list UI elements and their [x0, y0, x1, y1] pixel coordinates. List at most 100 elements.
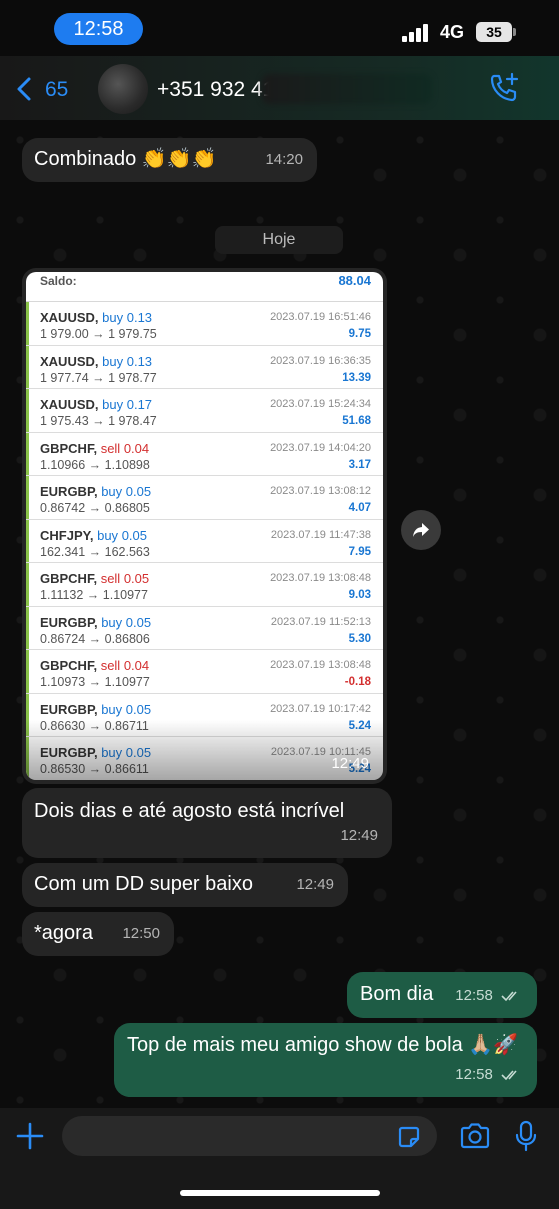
contact-name[interactable]: +351 932 41 — [157, 78, 274, 102]
message-outgoing[interactable]: Top de mais meu amigo show de bola 🙏🏼🚀 1… — [114, 1023, 537, 1097]
message-time: 12:50 — [122, 925, 160, 942]
message-input[interactable] — [62, 1116, 437, 1156]
message-incoming[interactable]: *agora 12:50 — [22, 912, 174, 956]
trade-side-volume: buy 0.17 — [102, 397, 152, 412]
sticker-icon[interactable] — [396, 1124, 422, 1150]
trade-side-volume: sell 0.04 — [101, 658, 149, 673]
trade-symbol: CHFJPY, — [40, 527, 94, 543]
trade-prices: 1.10966 → 1.10898 — [40, 457, 150, 472]
trade-symbol: EURGBP, — [40, 701, 98, 717]
message-meta: 12:58 — [455, 1062, 523, 1088]
trade-side-volume: buy 0.05 — [97, 528, 147, 543]
composer-bar — [0, 1108, 559, 1209]
trade-title: GBPCHF, sell 0.05 — [40, 571, 149, 586]
message-incoming[interactable]: Combinado 👏👏👏 14:20 — [22, 138, 317, 182]
message-text: Bom dia — [360, 983, 434, 1005]
trade-row: CHFJPY, buy 0.05 162.341 → 162.563 2023.07… — [26, 519, 383, 563]
message-time: 14:20 — [265, 151, 303, 168]
forward-button[interactable] — [401, 510, 441, 550]
trade-symbol: XAUUSD, — [40, 353, 99, 369]
profit-indicator-bar — [26, 476, 29, 519]
trade-title: XAUUSD, buy 0.13 — [40, 310, 152, 325]
trade-date: 2023.07.19 16:36:35 — [270, 354, 371, 367]
trade-row: XAUUSD, buy 0.17 1 975.43 → 1 978.47 2023.… — [26, 389, 383, 433]
trade-side-volume: buy 0.05 — [101, 484, 151, 499]
trade-title: CHFJPY, buy 0.05 — [40, 528, 147, 543]
message-time: 12:49 — [296, 876, 334, 893]
trade-side: buy — [101, 484, 123, 499]
image-message[interactable]: Saldo: 88.04 XAUUSD, buy 0.13 1 979.00 → … — [22, 268, 387, 784]
trade-side-volume: buy 0.13 — [102, 310, 152, 325]
trade-volume: 0.05 — [125, 701, 152, 717]
message-incoming[interactable]: Com um DD super baixo 12:49 — [22, 863, 348, 907]
trade-history-screenshot[interactable]: Saldo: 88.04 XAUUSD, buy 0.13 1 979.00 → … — [26, 272, 383, 780]
home-indicator[interactable] — [180, 1190, 380, 1196]
trade-volume: 0.13 — [126, 353, 153, 369]
mic-icon[interactable] — [514, 1120, 538, 1152]
trade-row: GBPCHF, sell 0.04 1.10973 → 1.10977 2023.0… — [26, 650, 383, 694]
message-meta: 12:58 — [455, 983, 523, 1009]
network-type: 4G — [440, 22, 465, 42]
trade-side: buy — [101, 614, 123, 630]
add-call-icon[interactable] — [488, 72, 520, 104]
trade-title: GBPCHF, sell 0.04 — [40, 441, 149, 456]
trade-volume: 0.05 — [121, 527, 147, 543]
message-time: 12:49 — [331, 755, 369, 772]
trade-title: XAUUSD, buy 0.13 — [40, 354, 152, 369]
trade-volume: 0.05 — [125, 484, 152, 499]
forward-icon — [413, 523, 429, 537]
trade-symbol: EURGBP, — [40, 484, 98, 499]
message-text: Com um DD super baixo — [34, 873, 253, 895]
trade-profit: 9.03 — [348, 589, 371, 601]
trade-date: 2023.07.19 10:17:42 — [270, 702, 371, 715]
back-chevron-icon[interactable] — [14, 76, 34, 102]
message-text: Combinado 👏👏👏 — [34, 148, 217, 170]
trade-title: XAUUSD, buy 0.17 — [40, 397, 152, 412]
plus-icon[interactable] — [16, 1122, 44, 1150]
battery-icon: 35 — [476, 22, 516, 42]
trade-prices: 0.86742 → 0.86805 — [40, 501, 150, 515]
message-outgoing[interactable]: Bom dia 12:58 — [347, 972, 537, 1018]
trade-symbol: EURGBP, — [40, 614, 98, 630]
trade-volume: 0.17 — [126, 397, 153, 412]
trade-date: 2023.07.19 15:24:34 — [270, 398, 371, 410]
unread-count[interactable]: 65 — [45, 78, 68, 102]
trade-side: buy — [102, 353, 124, 369]
trade-row: GBPCHF, sell 0.05 1.11132 → 1.10977 2023.0… — [26, 563, 383, 607]
status-time[interactable]: 12:58 — [54, 13, 143, 45]
profit-indicator-bar — [26, 563, 29, 606]
trade-profit: 13.39 — [342, 371, 371, 384]
chat-header: 65 +351 932 41 — [0, 56, 559, 120]
trade-profit: 9.75 — [348, 328, 371, 340]
trade-row: XAUUSD, buy 0.13 1 977.74 → 1 978.77 2023.… — [26, 345, 383, 389]
balance-value: 88.04 — [338, 273, 371, 288]
trade-volume: 0.13 — [126, 310, 153, 325]
trade-profit: 5.30 — [348, 632, 371, 645]
trade-prices: 1 975.43 → 1 978.47 — [40, 414, 157, 428]
trade-prices: 1 979.00 → 1 979.75 — [40, 327, 157, 341]
trade-side: buy — [102, 310, 124, 325]
trade-profit: 3.17 — [348, 458, 371, 471]
profit-indicator-bar — [26, 345, 29, 388]
trade-row: GBPCHF, sell 0.04 1.10966 → 1.10898 2023.0… — [26, 432, 383, 476]
trade-row: XAUUSD, buy 0.13 1 979.00 → 1 979.75 2023.… — [26, 302, 383, 346]
message-incoming[interactable]: Dois dias e até agosto está incrível 12:… — [22, 788, 392, 858]
avatar[interactable] — [98, 64, 148, 114]
read-receipt-icon — [501, 991, 517, 1002]
profit-indicator-bar — [26, 389, 29, 432]
trade-side-volume: buy 0.05 — [101, 615, 151, 630]
trade-title: EURGBP, buy 0.05 — [40, 615, 151, 630]
trade-profit: 7.95 — [348, 545, 371, 558]
profit-indicator-bar — [26, 302, 29, 345]
camera-icon[interactable] — [459, 1122, 491, 1150]
trade-volume: 0.05 — [123, 571, 150, 586]
read-receipt-icon — [501, 1070, 517, 1081]
balance-row: Saldo: 88.04 — [26, 272, 383, 302]
image-overlay — [26, 720, 383, 780]
trade-side: sell — [100, 658, 121, 673]
trade-date: 2023.07.19 11:47:38 — [270, 528, 371, 541]
trade-prices: 0.86724 → 0.86806 — [40, 631, 150, 646]
redacted-region — [262, 74, 432, 104]
trade-title: EURGBP, buy 0.05 — [40, 484, 151, 499]
trade-prices: 1.11132 → 1.10977 — [40, 588, 148, 602]
